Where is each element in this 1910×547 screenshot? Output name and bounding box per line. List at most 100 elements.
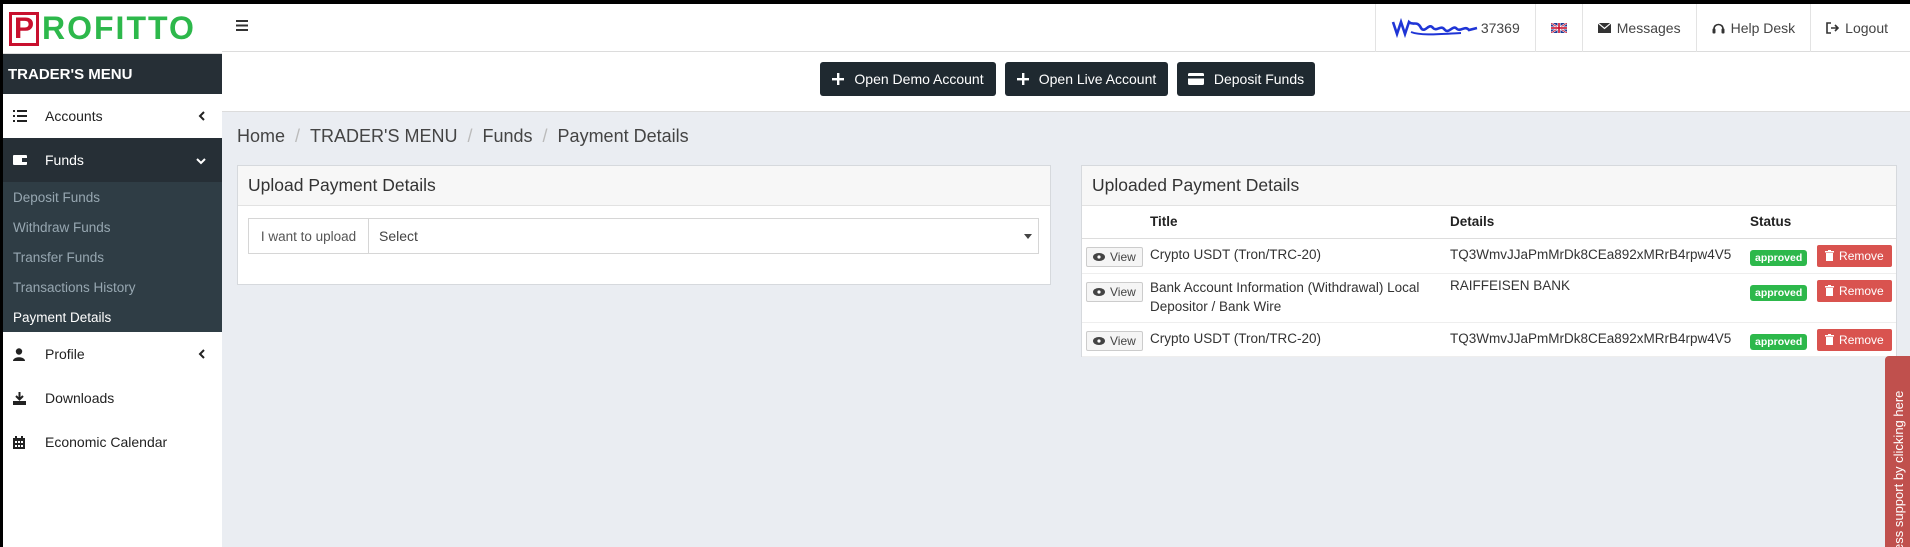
account-number: 37369 (1480, 20, 1520, 36)
trash-icon (1825, 250, 1835, 261)
user-icon (13, 347, 29, 361)
help-desk-link[interactable]: Help Desk (1695, 4, 1811, 52)
download-icon (13, 391, 29, 405)
uploaded-payment-details-panel: Uploaded Payment Details Title Details S… (1081, 165, 1897, 357)
account-info[interactable]: 37369 (1374, 4, 1535, 52)
row-details: RAIFFEISEN BANK (1450, 273, 1750, 323)
eye-icon (1093, 287, 1105, 296)
breadcrumb-separator: / (467, 126, 473, 146)
status-badge: approved (1750, 285, 1808, 301)
breadcrumb-current: Payment Details (557, 126, 689, 146)
select-value: Select (379, 228, 418, 244)
row-title: Crypto USDT (Tron/TRC-20) (1150, 322, 1450, 357)
status-badge: approved (1750, 334, 1808, 350)
open-demo-account-label: Open Demo Account (854, 71, 984, 87)
remove-label: Remove (1839, 332, 1884, 347)
live-support-label: ess support by clicking here (1891, 390, 1906, 547)
view-label: View (1110, 284, 1136, 299)
headset-icon (1712, 22, 1725, 35)
sidebar: P ROFITTO TRADER'S MENU Accounts Funds D… (3, 4, 222, 547)
logo[interactable]: P ROFITTO (3, 4, 222, 54)
row-title: Crypto USDT (Tron/TRC-20) (1150, 238, 1450, 274)
submenu-transactions-history[interactable]: Transactions History (3, 272, 222, 302)
breadcrumb: Home / TRADER'S MENU / Funds / Payment D… (237, 126, 689, 147)
sidebar-item-downloads[interactable]: Downloads (3, 376, 222, 420)
logo-text: ROFITTO (42, 10, 196, 46)
plus-icon (832, 73, 845, 85)
table-row: View Bank Account Information (Withdrawa… (1082, 273, 1896, 323)
calendar-icon (13, 435, 29, 449)
sidebar-item-profile[interactable]: Profile (3, 332, 222, 376)
upload-type-row: I want to upload Select (248, 218, 1039, 254)
sidebar-item-economic-calendar[interactable]: Economic Calendar (3, 420, 222, 464)
breadcrumb-separator: / (295, 126, 301, 146)
submenu-payment-details[interactable]: Payment Details (3, 302, 222, 332)
hamburger-menu-icon[interactable] (236, 18, 248, 36)
row-details: TQ3WmvJJaPmMrDk8CEa892xMRrB4rpw4V5 (1450, 322, 1750, 357)
open-demo-account-button[interactable]: Open Demo Account (820, 62, 996, 96)
sidebar-item-label: Funds (45, 152, 84, 168)
credit-card-icon (1187, 73, 1204, 85)
plus-icon (1016, 73, 1029, 85)
open-live-account-label: Open Live Account (1038, 71, 1157, 87)
upload-type-select[interactable]: Select (369, 219, 1038, 253)
view-label: View (1110, 249, 1136, 264)
chevron-left-icon (198, 347, 206, 362)
submenu-withdraw-funds[interactable]: Withdraw Funds (3, 212, 222, 242)
funds-submenu: Deposit Funds Withdraw Funds Transfer Fu… (3, 182, 222, 332)
wallet-icon (13, 154, 29, 166)
view-button[interactable]: View (1086, 281, 1143, 302)
trash-icon (1825, 285, 1835, 296)
remove-button[interactable]: Remove (1817, 244, 1892, 267)
breadcrumb-separator: / (542, 126, 548, 146)
uk-flag-icon (1550, 20, 1568, 36)
view-button[interactable]: View (1086, 246, 1143, 267)
view-label: View (1110, 333, 1136, 348)
sidebar-item-label: Economic Calendar (45, 434, 168, 450)
messages-label: Messages (1616, 20, 1681, 36)
view-button[interactable]: View (1086, 330, 1143, 351)
app-root: P ROFITTO TRADER'S MENU Accounts Funds D… (3, 4, 1910, 547)
sidebar-item-label: Accounts (45, 108, 103, 124)
signature-scribble (1391, 17, 1478, 39)
live-support-tab[interactable]: ess support by clicking here (1885, 356, 1910, 547)
remove-label: Remove (1839, 248, 1884, 263)
breadcrumb-home[interactable]: Home (237, 126, 285, 147)
column-header-actions (1082, 206, 1150, 239)
sidebar-item-accounts[interactable]: Accounts (3, 94, 222, 138)
deposit-funds-label: Deposit Funds (1213, 71, 1305, 87)
submenu-transfer-funds[interactable]: Transfer Funds (3, 242, 222, 272)
deposit-funds-button[interactable]: Deposit Funds (1177, 62, 1315, 96)
payment-details-table: Title Details Status View Crypto USDT (T… (1082, 206, 1896, 357)
upload-type-label: I want to upload (249, 219, 369, 253)
topbar: 37369 Messages Help Desk Logout (222, 4, 1910, 52)
sidebar-item-label: Downloads (45, 390, 115, 406)
sign-out-icon (1826, 22, 1840, 34)
topbar-right: 37369 Messages Help Desk Logout (1374, 4, 1910, 52)
action-bar: Open Demo Account Open Live Account Depo… (222, 52, 1910, 112)
logout-link[interactable]: Logout (1810, 4, 1910, 52)
messages-link[interactable]: Messages (1581, 4, 1696, 52)
language-selector[interactable] (1534, 4, 1582, 52)
sidebar-item-label: Profile (45, 346, 85, 362)
panel-title: Uploaded Payment Details (1082, 166, 1896, 206)
open-live-account-button[interactable]: Open Live Account (1005, 62, 1168, 96)
row-title: Bank Account Information (Withdrawal) Lo… (1150, 273, 1450, 323)
eye-icon (1093, 252, 1105, 261)
list-icon (13, 110, 29, 122)
breadcrumb-funds[interactable]: Funds (483, 126, 533, 147)
breadcrumb-traders-menu[interactable]: TRADER'S MENU (310, 126, 457, 147)
envelope-icon (1597, 23, 1611, 33)
eye-icon (1093, 336, 1105, 345)
sidebar-header: TRADER'S MENU (3, 54, 222, 94)
sidebar-item-funds[interactable]: Funds (3, 138, 222, 182)
logout-label: Logout (1845, 20, 1888, 36)
chevron-left-icon (198, 109, 206, 124)
submenu-deposit-funds[interactable]: Deposit Funds (3, 182, 222, 212)
column-header-details: Details (1450, 206, 1750, 239)
remove-button[interactable]: Remove (1817, 328, 1892, 351)
status-badge: approved (1750, 250, 1808, 266)
chevron-down-icon (196, 153, 206, 168)
remove-button[interactable]: Remove (1817, 279, 1892, 302)
panel-title: Upload Payment Details (238, 166, 1050, 206)
